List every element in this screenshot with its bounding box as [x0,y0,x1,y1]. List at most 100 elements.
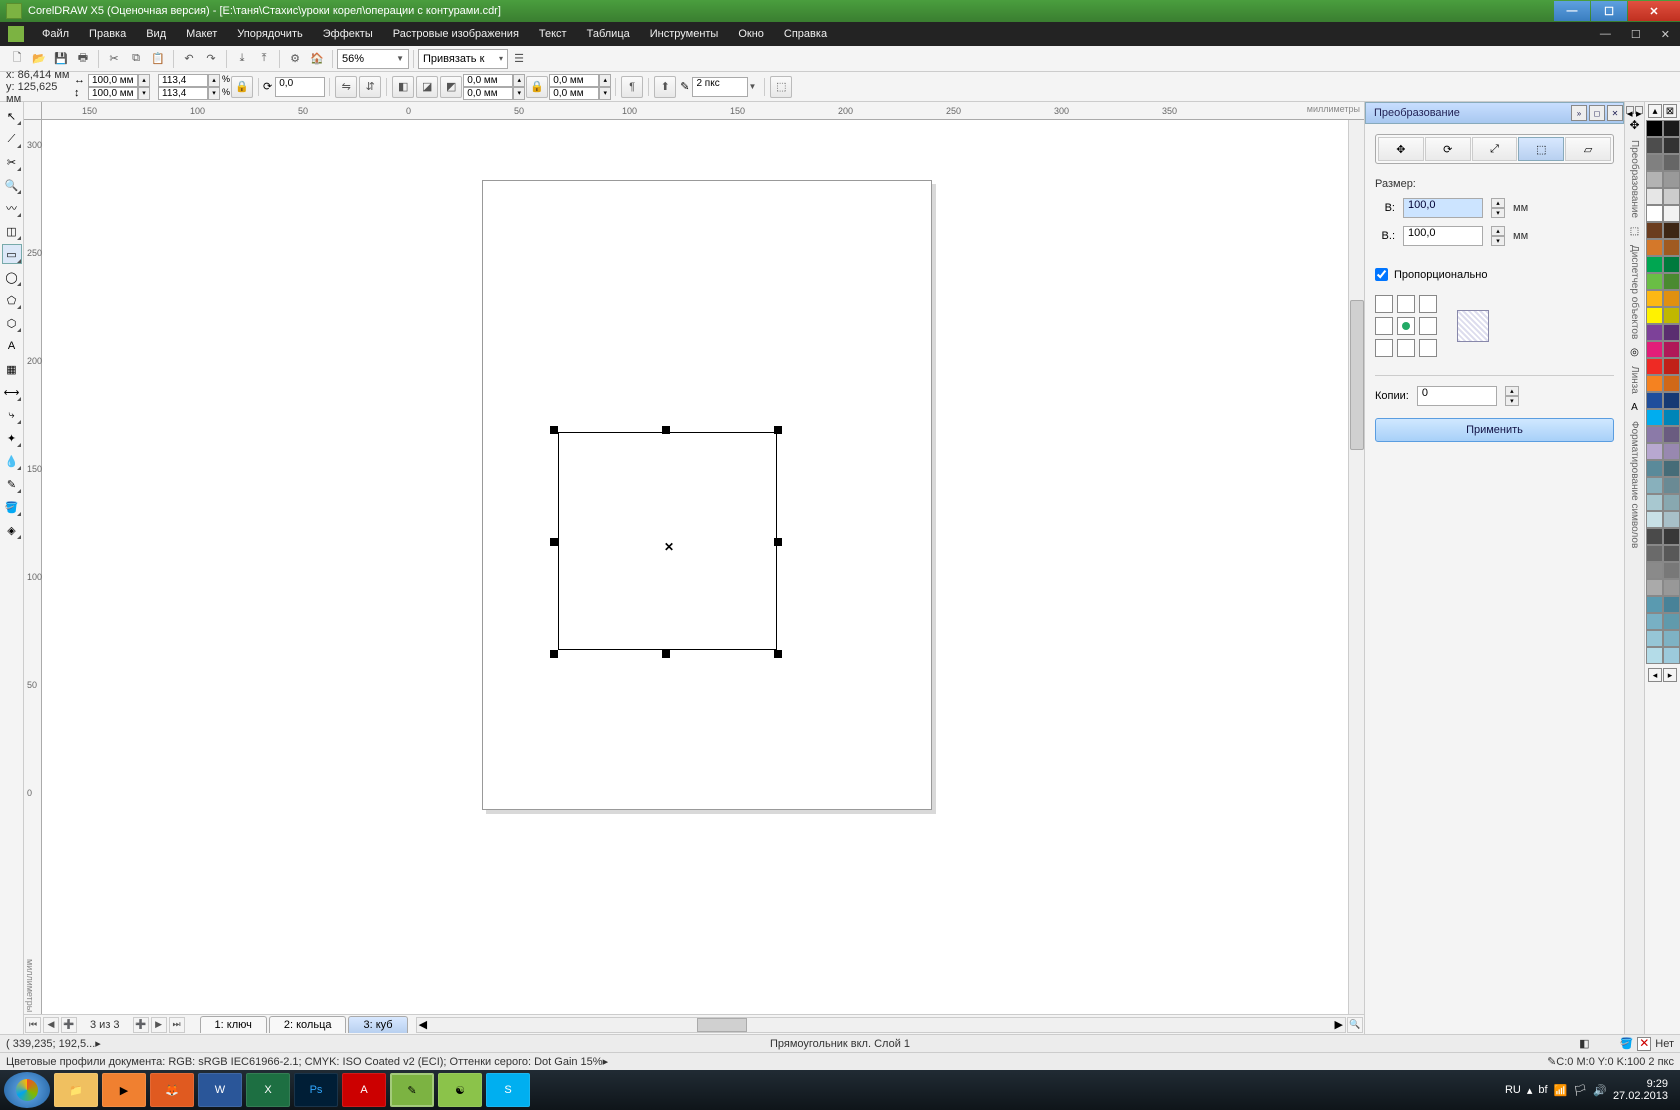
freehand-tool[interactable]: 〰 [2,198,22,218]
color-swatch[interactable] [1646,239,1663,256]
color-swatch[interactable] [1663,256,1680,273]
color-swatch[interactable] [1663,409,1680,426]
color-swatch[interactable] [1646,307,1663,324]
menu-tools[interactable]: Инструменты [640,25,729,43]
color-swatch[interactable] [1663,630,1680,647]
cut-button[interactable]: ✂ [104,49,124,69]
color-swatch[interactable] [1646,477,1663,494]
maximize-button[interactable]: ☐ [1591,1,1627,21]
proportional-checkbox[interactable] [1375,268,1388,281]
zoom-out-button[interactable]: 🔍 [1347,1017,1363,1033]
color-swatch[interactable] [1663,239,1680,256]
interactive-fill-tool[interactable]: ◈ [2,520,22,540]
wrap-text-button[interactable]: ¶ [621,76,643,98]
menu-text[interactable]: Текст [529,25,577,43]
basic-shapes-tool[interactable]: ⬡ [2,313,22,333]
color-swatch[interactable] [1663,579,1680,596]
snap-select[interactable]: Привязать к▾ [418,49,508,69]
tray-volume-icon[interactable]: 🔊 [1593,1084,1607,1097]
color-swatch[interactable] [1646,443,1663,460]
rotation-input[interactable]: 0,0 [275,77,325,97]
color-swatch[interactable] [1646,630,1663,647]
eyedropper-tool[interactable]: 💧 [2,451,22,471]
smart-fill-tool[interactable]: ◫ [2,221,22,241]
menu-effects[interactable]: Эффекты [313,25,383,43]
color-swatch[interactable] [1646,613,1663,630]
color-swatch[interactable] [1646,596,1663,613]
page-tab-3[interactable]: 3: куб [348,1016,407,1033]
corner-shape-3[interactable]: ◩ [440,76,462,98]
undo-button[interactable]: ↶ [179,49,199,69]
rectangle-tool[interactable]: ▭ [2,244,22,264]
appstate-button[interactable]: ⚙ [285,49,305,69]
paste-button[interactable]: 📋 [148,49,168,69]
color-swatch[interactable] [1663,460,1680,477]
task-reader[interactable]: A [342,1073,386,1107]
page-tab-2[interactable]: 2: кольца [269,1016,347,1033]
color-swatch[interactable] [1646,205,1663,222]
palette-nav-up[interactable]: ▴ [1648,104,1662,118]
obj-height-input[interactable]: 100,0 мм [88,87,138,100]
color-swatch[interactable] [1646,324,1663,341]
zoom-select[interactable]: 56%▼ [337,49,409,69]
docker-tab-lens[interactable]: Линза [1629,362,1640,398]
copies-input[interactable]: 0 [1417,386,1497,406]
task-wmp[interactable]: ▶ [102,1073,146,1107]
next-page-button[interactable]: ▶ [151,1017,167,1033]
menu-file[interactable]: Файл [32,25,79,43]
task-firefox[interactable]: 🦊 [150,1073,194,1107]
close-button[interactable]: ✕ [1628,1,1680,21]
color-swatch[interactable] [1663,528,1680,545]
color-swatch[interactable] [1646,579,1663,596]
horizontal-ruler[interactable]: 15010050050100150200250300350 миллиметры [24,102,1364,120]
color-swatch[interactable] [1646,409,1663,426]
handle-bot-mid[interactable] [662,650,670,658]
lock-ratio-button[interactable]: 🔒 [231,76,253,98]
outline-width-input[interactable]: 2 пкс [692,77,748,97]
polygon-tool[interactable]: ⬠ [2,290,22,310]
welcome-button[interactable]: 🏠 [307,49,327,69]
color-swatch[interactable] [1663,222,1680,239]
color-swatch[interactable] [1663,562,1680,579]
first-page-button[interactable]: ⏮ [25,1017,41,1033]
task-word[interactable]: W [198,1073,242,1107]
fill-indicator[interactable]: 🪣Нет [1620,1037,1674,1051]
corner-1-input[interactable]: 0,0 мм [463,74,513,87]
palette-nav-right[interactable]: ▸ [1663,668,1677,682]
color-swatch[interactable] [1646,341,1663,358]
ellipse-tool[interactable]: ◯ [2,267,22,287]
color-swatch[interactable] [1646,545,1663,562]
corner-shape-1[interactable]: ◧ [392,76,414,98]
docker-tab-charformat[interactable]: Форматирование символов [1629,417,1640,552]
docker-collapse-button[interactable]: » [1571,105,1587,121]
color-swatch[interactable] [1663,188,1680,205]
docker-tab-objects[interactable]: Диспетчер объектов [1629,241,1640,343]
mdi-minimize[interactable]: — [1590,25,1621,43]
horizontal-scrollbar[interactable]: ◀▶ [416,1017,1346,1033]
tray-flag-icon[interactable]: 🏳 [1573,1084,1587,1097]
color-swatch[interactable] [1663,494,1680,511]
to-front-button[interactable]: ⬆ [654,76,676,98]
color-swatch[interactable] [1646,120,1663,137]
color-swatch[interactable] [1663,171,1680,188]
color-swatch[interactable] [1663,596,1680,613]
palette-nav-left[interactable]: ◂ [1648,668,1662,682]
corner-lock-button[interactable]: 🔒 [526,76,548,98]
color-swatch[interactable] [1663,477,1680,494]
copy-button[interactable]: ⧉ [126,49,146,69]
color-swatch[interactable] [1646,647,1663,664]
task-excel[interactable]: X [246,1073,290,1107]
color-swatch[interactable] [1646,154,1663,171]
corner-shape-2[interactable]: ◪ [416,76,438,98]
color-swatch[interactable] [1663,137,1680,154]
connector-tool[interactable]: ⤷ [2,405,22,425]
anchor-mr[interactable] [1419,317,1437,335]
anchor-center[interactable] [1397,317,1415,335]
color-swatch[interactable] [1663,154,1680,171]
color-swatch[interactable] [1646,273,1663,290]
transform-position-tab[interactable]: ✥ [1378,137,1424,161]
task-skype[interactable]: S [486,1073,530,1107]
open-button[interactable]: 📂 [29,49,49,69]
outline-tool[interactable]: ✎ [2,474,22,494]
anchor-ml[interactable] [1375,317,1393,335]
